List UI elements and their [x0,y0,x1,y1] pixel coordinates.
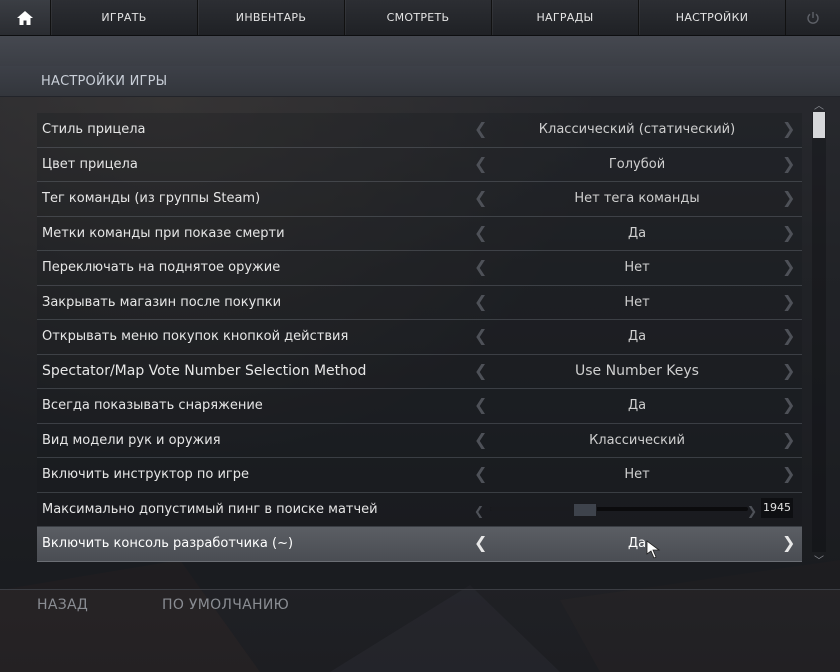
scroll-up-icon[interactable]: ︿ [812,97,826,112]
setting-row-death-markers[interactable]: Метки команды при показе смерти ❮ Да ❯ [37,216,802,251]
right-arrow-icon[interactable]: ❯ [782,258,795,276]
left-arrow-icon[interactable]: ❮ [474,327,487,345]
setting-row-vote-selection[interactable]: Spectator/Map Vote Number Selection Meth… [37,354,802,389]
right-arrow-icon[interactable]: ❯ [782,120,795,138]
right-arrow-icon[interactable]: ❯ [782,327,795,345]
left-arrow-icon[interactable]: ❮ [474,396,487,414]
header-band [0,36,840,66]
nav-settings[interactable]: НАСТРОЙКИ [639,0,786,35]
right-arrow-icon[interactable]: ❯ [782,154,795,173]
setting-value: Да [627,225,647,241]
section-header: НАСТРОЙКИ ИГРЫ [0,66,840,97]
ping-slider-handle[interactable] [573,502,597,517]
setting-row-max-ping[interactable]: Максимально допустимый пинг в поиске мат… [37,492,802,527]
setting-label: Включить инструктор по игре [42,467,250,482]
setting-label: Закрывать магазин после покупки [42,294,282,310]
setting-row-close-buy-menu[interactable]: Закрывать магазин после покупки ❮ Нет ❯ [37,285,802,320]
left-arrow-icon[interactable]: ❮ [474,502,484,520]
setting-label: Переключать на поднятое оружие [42,260,281,275]
setting-value: Да [627,398,647,413]
setting-value: Нет [624,260,650,275]
settings-panel: Стиль прицела ❮ Классический (статически… [0,97,840,590]
setting-row-team-tag[interactable]: Тег команды (из группы Steam) ❮ Нет тега… [37,182,802,217]
left-arrow-icon[interactable]: ❮ [474,189,487,207]
settings-list: Стиль прицела ❮ Классический (статически… [37,113,802,562]
setting-value: Да [627,329,647,344]
ping-slider[interactable] [490,502,748,517]
left-arrow-icon[interactable]: ❮ [474,534,487,552]
scrollbar-thumb[interactable] [813,112,825,138]
setting-value: Нет [624,467,650,482]
setting-value: Голубой [608,156,666,172]
setting-row-viewmodel[interactable]: Вид модели рук и оружия ❮ Классический ❯ [37,423,802,458]
left-arrow-icon[interactable]: ❮ [474,154,487,173]
home-button[interactable] [0,0,51,35]
back-button[interactable]: НАЗАД [37,597,88,613]
right-arrow-icon[interactable]: ❯ [782,189,795,207]
ping-value: 1945 [761,497,793,518]
setting-label: Метки команды при показе смерти [42,225,285,241]
right-arrow-icon[interactable]: ❯ [782,292,795,311]
setting-value: Да [627,536,647,551]
right-arrow-icon[interactable]: ❯ [782,396,795,414]
left-arrow-icon[interactable]: ❮ [474,292,487,311]
setting-value: Нет тега команды [574,191,700,206]
nav-inventory[interactable]: ИНВЕНТАРЬ [198,0,345,35]
setting-label: Тег команды (из группы Steam) [42,191,261,206]
setting-value: Классический (статический) [538,122,736,137]
top-navigation: ИГРАТЬ ИНВЕНТАРЬ СМОТРЕТЬ НАГРАДЫ НАСТРО… [0,0,840,36]
right-arrow-icon[interactable]: ❯ [747,502,757,520]
power-button[interactable] [786,0,840,35]
setting-value: Классический [589,432,685,448]
nav-play[interactable]: ИГРАТЬ [51,0,198,35]
setting-row-buy-menu-use-key[interactable]: Открывать меню покупок кнопкой действия … [37,320,802,355]
scroll-down-icon[interactable]: ﹀ [812,552,826,567]
scrollbar-track[interactable] [812,112,826,552]
right-arrow-icon[interactable]: ❯ [782,465,795,483]
setting-label: Включить консоль разработчика (~) [42,536,294,551]
defaults-button[interactable]: ПО УМОЛЧАНИЮ [162,597,289,613]
setting-value: Use Number Keys [575,362,699,379]
setting-label: Цвет прицела [42,156,138,172]
left-arrow-icon[interactable]: ❮ [474,258,487,276]
left-arrow-icon[interactable]: ❮ [474,430,487,449]
left-arrow-icon[interactable]: ❮ [474,361,487,380]
setting-row-game-instructor[interactable]: Включить инструктор по игре ❮ Нет ❯ [37,458,802,493]
left-arrow-icon[interactable]: ❮ [474,465,487,483]
home-icon [17,10,33,25]
left-arrow-icon[interactable]: ❮ [474,120,487,138]
ping-slider-fill [490,506,584,511]
left-arrow-icon[interactable]: ❮ [474,223,487,242]
setting-label: Открывать меню покупок кнопкой действия [42,329,349,344]
setting-row-dev-console[interactable]: Включить консоль разработчика (~) ❮ Да ❯ [37,527,802,562]
setting-label: Максимально допустимый пинг в поиске мат… [42,501,378,517]
setting-value: Нет [624,294,650,310]
page-title: НАСТРОЙКИ ИГРЫ [41,74,168,89]
mouse-cursor-icon [646,540,661,559]
right-arrow-icon[interactable]: ❯ [782,223,795,242]
setting-label: Стиль прицела [42,122,146,137]
nav-awards[interactable]: НАГРАДЫ [492,0,639,35]
right-arrow-icon[interactable]: ❯ [782,361,795,380]
power-icon [807,11,819,24]
setting-row-crosshair-color[interactable]: Цвет прицела ❮ Голубой ❯ [37,147,802,182]
right-arrow-icon[interactable]: ❯ [782,534,795,552]
right-arrow-icon[interactable]: ❯ [782,430,795,449]
nav-watch[interactable]: СМОТРЕТЬ [345,0,492,35]
footer-divider [0,589,840,590]
setting-label: Всегда показывать снаряжение [42,398,263,413]
setting-label: Spectator/Map Vote Number Selection Meth… [42,362,367,379]
setting-row-show-equipment[interactable]: Всегда показывать снаряжение ❮ Да ❯ [37,389,802,424]
setting-row-crosshair-style[interactable]: Стиль прицела ❮ Классический (статически… [37,113,802,148]
setting-label: Вид модели рук и оружия [42,432,221,448]
setting-row-switch-weapon[interactable]: Переключать на поднятое оружие ❮ Нет ❯ [37,251,802,286]
